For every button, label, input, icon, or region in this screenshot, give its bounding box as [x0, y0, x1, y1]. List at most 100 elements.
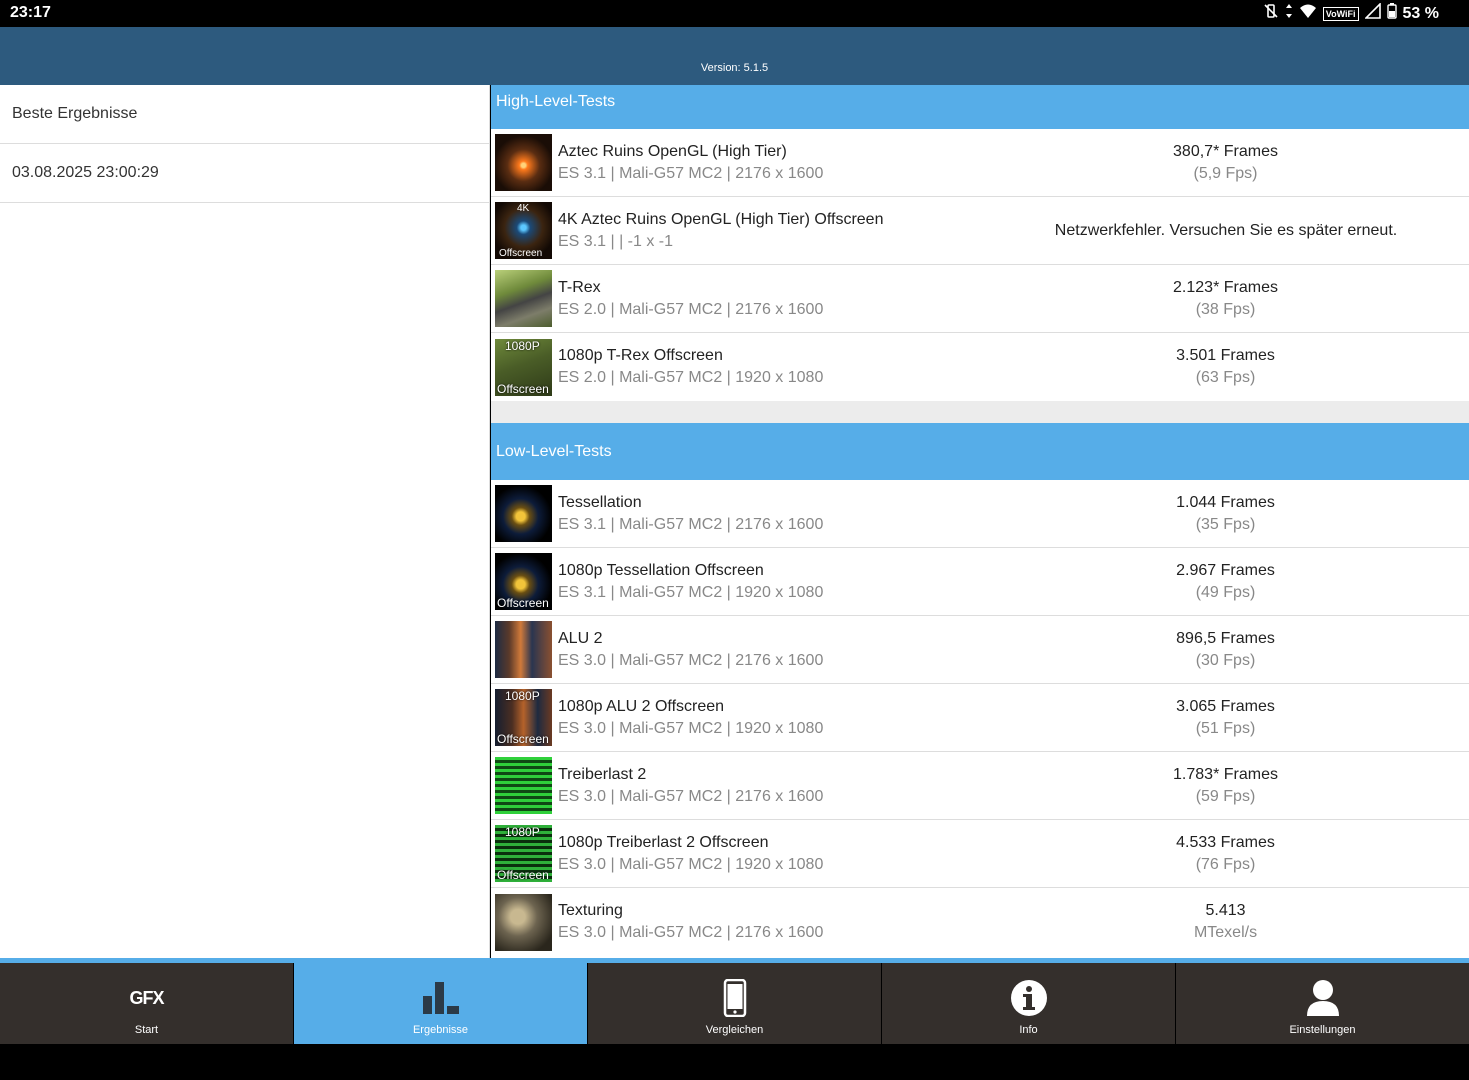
nav-label: Info — [1019, 1024, 1038, 1036]
nav-label: Vergleichen — [705, 1024, 764, 1036]
results-list: High-Level-Tests Aztec Ruins OpenGL (Hig… — [491, 85, 1469, 958]
person-icon — [1176, 979, 1469, 1017]
nav-label: Ergebnisse — [412, 1024, 469, 1036]
nav-ergebnisse[interactable]: Ergebnisse — [294, 963, 588, 1044]
aztec-4k-thumbnail: 4K Offscreen — [495, 202, 552, 259]
result-frames: 896,5 Frames — [1176, 629, 1275, 647]
result-fps: (59 Fps) — [1195, 787, 1256, 805]
texturing-thumbnail — [495, 893, 552, 951]
result-value: 5.413 — [1205, 902, 1246, 919]
test-row-1080p-alu-2[interactable]: 1080P Offscreen 1080p ALU 2 Offscreen ES… — [491, 684, 1469, 752]
gfx-logo-icon: GFX — [0, 979, 293, 1017]
vibrate-off-icon — [1263, 3, 1279, 24]
bar-chart-icon — [294, 979, 587, 1017]
test-result: 380,7* Frames (5,9 Fps) — [1054, 141, 1397, 185]
system-navigation-bar — [0, 1044, 1469, 1080]
thumb-overlay-top: 1080P — [505, 689, 540, 703]
alu-2-thumbnail — [495, 621, 552, 678]
result-fps: (63 Fps) — [1195, 369, 1256, 386]
test-result: 2.967 Frames (49 Fps) — [1054, 560, 1397, 604]
app-bar: Version: 5.1.5 — [0, 27, 1469, 85]
test-result: 896,5 Frames (30 Fps) — [1054, 628, 1397, 672]
status-icons: VoWiFi 53 % — [1263, 2, 1439, 24]
nav-label: Einstellungen — [1289, 1024, 1356, 1036]
test-result: 2.123* Frames (38 Fps) — [1054, 277, 1397, 321]
status-time: 23:17 — [10, 4, 51, 21]
test-row-alu-2[interactable]: ALU 2 ES 3.0 | Mali-G57 MC2 | 2176 x 160… — [491, 616, 1469, 684]
thumb-overlay-bottom: Offscreen — [497, 868, 549, 882]
test-row-4k-aztec-ruins[interactable]: 4K Offscreen 4K Aztec Ruins OpenGL (High… — [491, 197, 1469, 265]
test-row-texturing[interactable]: Texturing ES 3.0 | Mali-G57 MC2 | 2176 x… — [491, 888, 1469, 956]
vowifi-icon: VoWiFi — [1322, 6, 1359, 21]
alu-2-1080p-thumbnail: 1080P Offscreen — [495, 689, 552, 746]
test-row-aztec-ruins[interactable]: Aztec Ruins OpenGL (High Tier) ES 3.1 | … — [491, 129, 1469, 197]
t-rex-1080p-thumbnail: 1080P Offscreen — [495, 338, 552, 396]
result-frames: 1.783* Frames — [1173, 765, 1278, 783]
t-rex-thumbnail — [495, 270, 552, 327]
result-frames: 4.533 Frames — [1176, 833, 1275, 851]
gfx-logo-text: GFX — [129, 987, 164, 1008]
nav-info[interactable]: Info — [882, 963, 1176, 1044]
thumb-overlay-bottom: Offscreen — [499, 248, 543, 259]
status-bar: 23:17 VoWiFi 53 % — [0, 0, 1469, 27]
wifi-icon — [1299, 3, 1317, 24]
test-row-1080p-t-rex[interactable]: 1080P Offscreen 1080p T-Rex Offscreen ES… — [491, 333, 1469, 401]
best-results-item[interactable]: Beste Ergebnisse — [0, 85, 489, 144]
info-icon — [882, 979, 1175, 1017]
treiberlast-2-thumbnail — [495, 757, 552, 814]
result-date-label: 03.08.2025 23:00:29 — [12, 164, 159, 181]
test-row-t-rex[interactable]: T-Rex ES 2.0 | Mali-G57 MC2 | 2176 x 160… — [491, 265, 1469, 333]
result-error: Netzwerkfehler. Versuchen Sie es später … — [1054, 221, 1398, 239]
test-row-tessellation[interactable]: Tessellation ES 3.1 | Mali-G57 MC2 | 217… — [491, 480, 1469, 548]
battery-icon — [1386, 3, 1397, 24]
test-result: 3.065 Frames (51 Fps) — [1054, 696, 1397, 740]
test-result: 3.501 Frames (63 Fps) — [1054, 345, 1397, 389]
high-level-header: High-Level-Tests — [491, 85, 1469, 129]
result-unit: MTexel/s — [1193, 924, 1258, 941]
results-sidebar: Beste Ergebnisse 03.08.2025 23:00:29 — [0, 85, 490, 958]
result-fps: (51 Fps) — [1195, 719, 1256, 737]
tessellation-thumbnail — [495, 485, 552, 542]
test-row-1080p-treiberlast-2[interactable]: 1080P Offscreen 1080p Treiberlast 2 Offs… — [491, 820, 1469, 888]
result-frames: 3.065 Frames — [1176, 697, 1275, 715]
result-frames: 2.123* Frames — [1173, 278, 1278, 296]
nav-einstellungen[interactable]: Einstellungen — [1176, 963, 1469, 1044]
tessellation-1080p-thumbnail: Offscreen — [495, 553, 552, 610]
result-fps: (49 Fps) — [1195, 583, 1256, 601]
result-fps: (35 Fps) — [1195, 515, 1256, 533]
section-divider — [491, 401, 1469, 423]
thumb-overlay-top: 1080P — [505, 338, 540, 353]
test-result: 5.413 MTexel/s — [1054, 900, 1397, 944]
result-frames: 1.044 Frames — [1176, 493, 1275, 511]
test-result: Netzwerkfehler. Versuchen Sie es später … — [1021, 220, 1431, 242]
thumb-overlay-bottom: Offscreen — [497, 596, 549, 610]
thumb-overlay-top: 1080P — [505, 825, 540, 839]
result-fps: (30 Fps) — [1195, 651, 1256, 669]
nav-label: Start — [134, 1024, 159, 1036]
result-fps: (76 Fps) — [1195, 855, 1256, 873]
treiberlast-2-1080p-thumbnail: 1080P Offscreen — [495, 825, 552, 882]
test-result: 4.533 Frames (76 Fps) — [1054, 832, 1397, 876]
result-date-item[interactable]: 03.08.2025 23:00:29 — [0, 144, 489, 203]
result-frames: 2.967 Frames — [1176, 561, 1275, 579]
thumb-overlay-top: 4K — [517, 203, 530, 214]
nav-vergleichen[interactable]: Vergleichen — [588, 963, 882, 1044]
result-frames: 3.501 Frames — [1176, 347, 1275, 364]
thumb-overlay-bottom: Offscreen — [497, 381, 549, 396]
test-row-treiberlast-2[interactable]: Treiberlast 2 ES 3.0 | Mali-G57 MC2 | 21… — [491, 752, 1469, 820]
signal-icon — [1363, 2, 1381, 24]
best-results-label: Beste Ergebnisse — [12, 105, 138, 122]
result-frames: 380,7* Frames — [1173, 142, 1278, 160]
data-arrows-icon — [1285, 3, 1293, 24]
bottom-navigation: GFX Start Ergebnisse Vergleichen Info Ei… — [0, 963, 1469, 1044]
version-label: Version: 5.1.5 — [700, 62, 769, 74]
aztec-ruins-thumbnail — [495, 134, 552, 191]
result-fps: (38 Fps) — [1195, 300, 1256, 318]
low-level-header: Low-Level-Tests — [491, 423, 1469, 480]
test-row-1080p-tessellation[interactable]: Offscreen 1080p Tessellation Offscreen E… — [491, 548, 1469, 616]
test-result: 1.044 Frames (35 Fps) — [1054, 492, 1397, 536]
nav-start[interactable]: GFX Start — [0, 963, 294, 1044]
test-result: 1.783* Frames (59 Fps) — [1054, 764, 1397, 808]
battery-percent: 53 % — [1402, 4, 1439, 22]
phone-icon — [588, 979, 881, 1017]
